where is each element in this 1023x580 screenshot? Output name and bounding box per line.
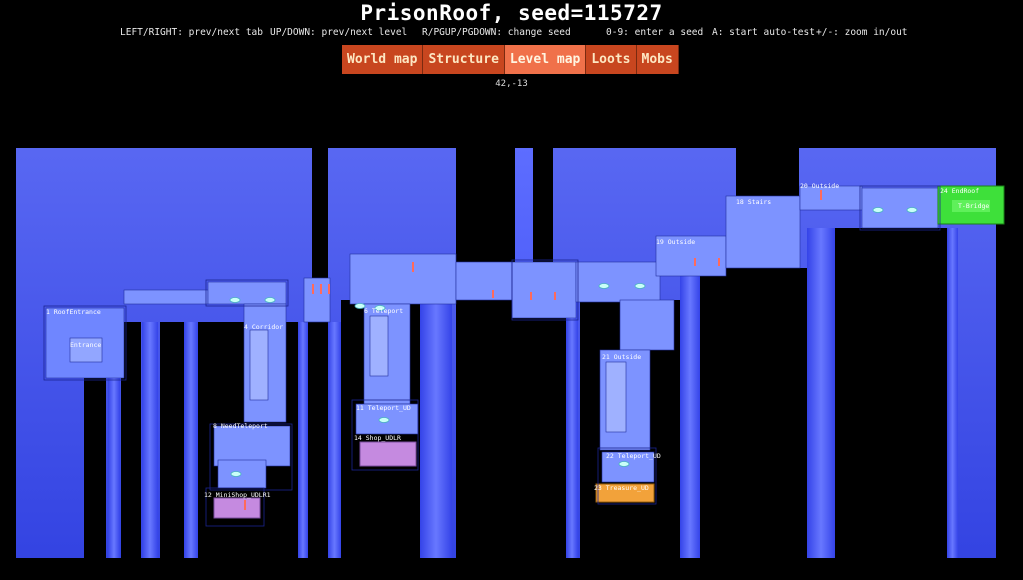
shop-room <box>359 441 417 467</box>
minishop-room <box>213 497 261 519</box>
room-label-4: 4 Corridor <box>244 323 283 331</box>
room-label-21: 21 Outside <box>602 353 641 361</box>
room-label-8: 8 NeedTeleport <box>213 422 268 430</box>
room-label-20: 20 Outside <box>800 182 839 190</box>
room-label-14: 14 Shop_UDLR <box>354 434 401 442</box>
room-label-11: 11 Teleport_UD <box>356 404 411 412</box>
room-label-23: 23 Treasure_UD <box>594 484 649 492</box>
room-label-t-bridge: T-Bridge <box>958 202 989 210</box>
room-label-22: 22 Teleport_UD <box>606 452 661 460</box>
room-label-18: 18 Stairs <box>736 198 771 206</box>
room-label-6: 6 Teleport <box>364 307 403 315</box>
room-label-12: 12 MiniShop_UDLR1 <box>204 491 271 499</box>
room-label-24: 24 EndRoof <box>940 187 979 195</box>
level-map[interactable]: 1 RoofEntrance Entrance 4 Corridor 6 Tel… <box>0 0 1023 580</box>
room-label-roof-entrance: 1 RoofEntrance <box>46 308 101 316</box>
room-label-entrance: Entrance <box>70 341 101 349</box>
room-label-19: 19 Outside <box>656 238 695 246</box>
